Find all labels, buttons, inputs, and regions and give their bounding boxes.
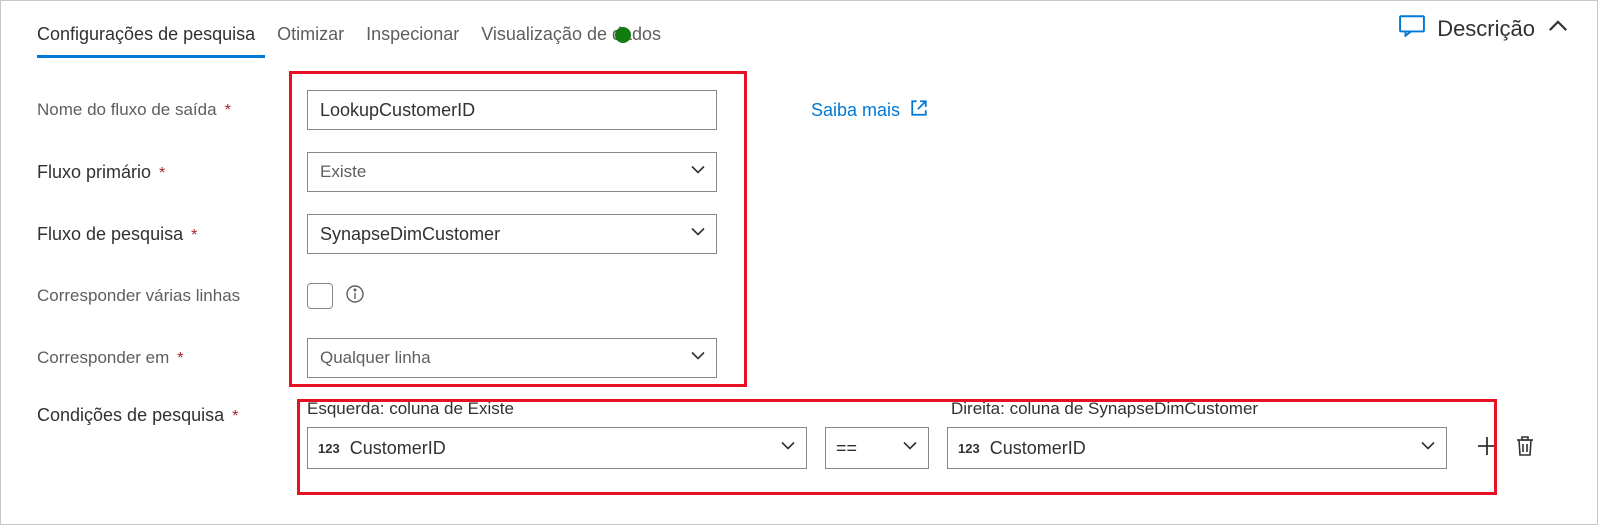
label-primary-stream: Fluxo primário* <box>37 162 307 183</box>
lookup-stream-select[interactable]: SynapseDimCustomer <box>307 214 717 254</box>
output-stream-name-input[interactable] <box>307 90 717 130</box>
label-match-on: Corresponder em* <box>37 348 307 368</box>
chevron-down-icon <box>1420 438 1436 459</box>
chevron-down-icon <box>780 438 796 459</box>
column-type-badge: 123 <box>318 441 340 456</box>
required-icon: * <box>159 165 165 183</box>
match-on-select[interactable]: Qualquer linha <box>307 338 717 378</box>
chevron-down-icon <box>902 438 918 459</box>
condition-right-column-select[interactable]: 123 CustomerID <box>947 427 1447 469</box>
description-label[interactable]: Descrição <box>1437 16 1535 42</box>
required-icon: * <box>191 227 197 245</box>
label-match-multiple: Corresponder várias linhas <box>37 286 307 306</box>
condition-operator-select[interactable]: == <box>825 427 929 469</box>
comment-icon[interactable] <box>1399 15 1425 43</box>
conditions-left-header: Esquerda: coluna de Existe <box>307 399 827 419</box>
required-icon: * <box>232 408 238 426</box>
chevron-down-icon <box>690 348 706 369</box>
match-multiple-checkbox[interactable] <box>307 283 333 309</box>
tab-optimize[interactable]: Otimizar <box>277 16 354 58</box>
add-condition-button[interactable] <box>1475 434 1499 463</box>
collapse-icon[interactable] <box>1547 15 1569 43</box>
external-link-icon <box>910 99 928 122</box>
condition-row: 123 CustomerID == 123 CustomerID <box>307 427 1581 469</box>
status-dot-icon <box>615 27 631 43</box>
tab-data-preview[interactable]: Visualização de dados <box>481 16 671 58</box>
required-icon: * <box>177 350 183 368</box>
tab-inspect[interactable]: Inspecionar <box>366 16 469 58</box>
delete-condition-button[interactable] <box>1513 434 1537 463</box>
info-icon[interactable] <box>345 284 365 309</box>
column-type-badge: 123 <box>958 441 980 456</box>
condition-left-column-select[interactable]: 123 CustomerID <box>307 427 807 469</box>
required-icon: * <box>225 102 231 120</box>
tab-lookup-settings[interactable]: Configurações de pesquisa <box>37 16 265 58</box>
conditions-right-header: Direita: coluna de SynapseDimCustomer <box>951 399 1258 419</box>
learn-more-link[interactable]: Saiba mais <box>811 99 928 122</box>
label-lookup-stream: Fluxo de pesquisa* <box>37 224 307 245</box>
chevron-down-icon <box>690 224 706 245</box>
tab-bar: Configurações de pesquisa Otimizar Inspe… <box>37 13 1581 61</box>
primary-stream-select[interactable]: Existe <box>307 152 717 192</box>
chevron-down-icon <box>690 162 706 183</box>
label-output-stream: Nome do fluxo de saída* <box>37 100 307 120</box>
label-lookup-conditions: Condições de pesquisa* <box>37 399 307 426</box>
